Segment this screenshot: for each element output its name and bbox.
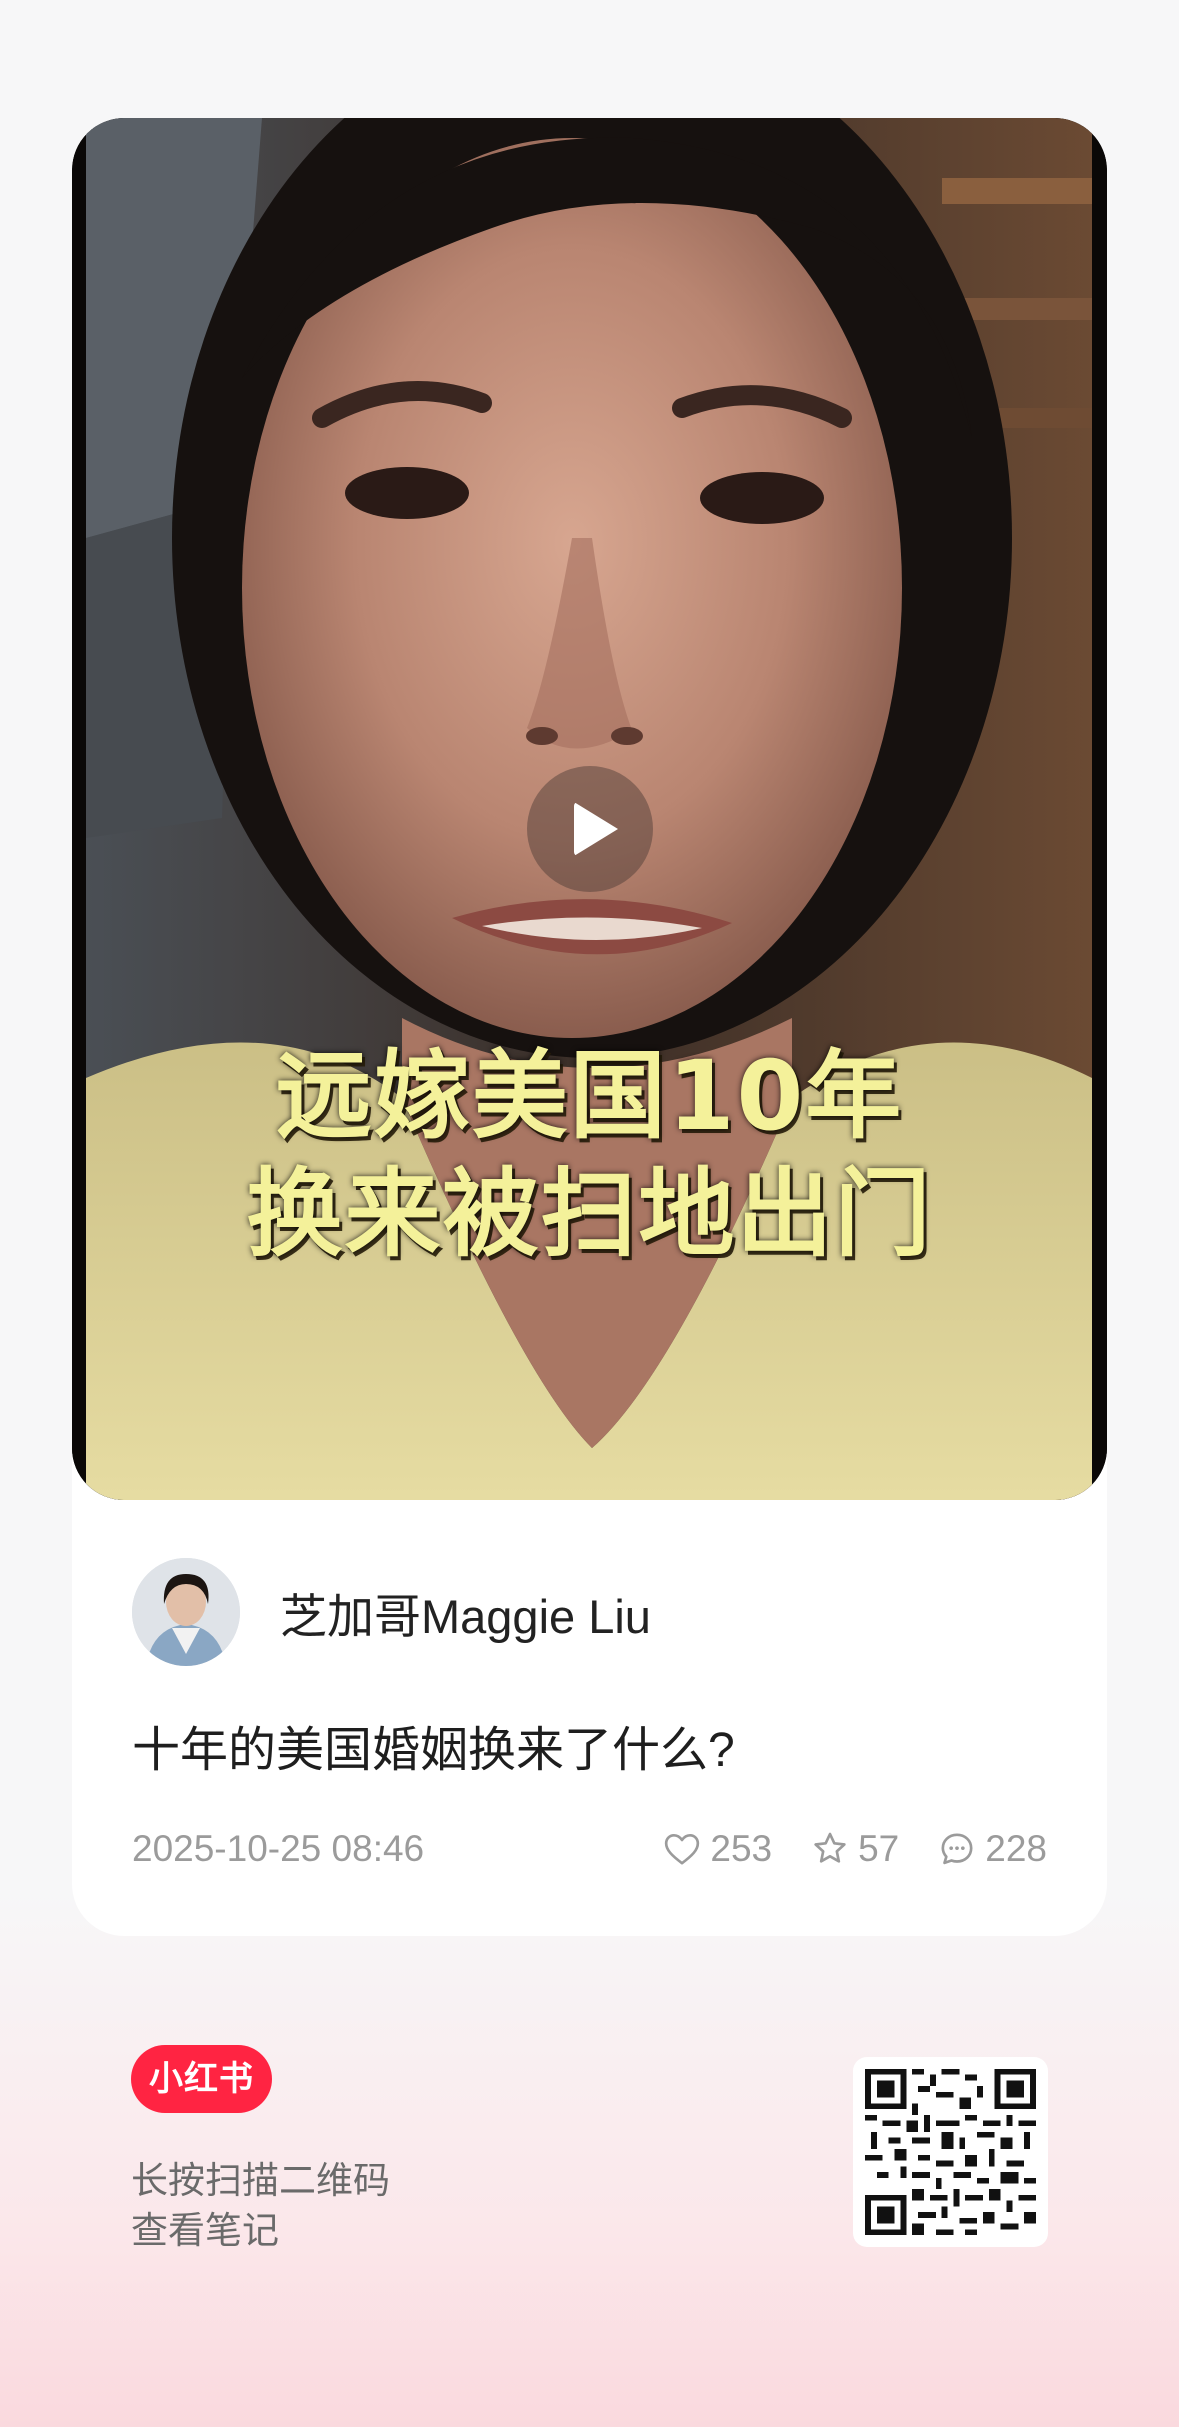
note-title: 十年的美国婚姻换来了什么? [132, 1724, 735, 1777]
avatar-photo [132, 1558, 240, 1666]
comment-icon [941, 1833, 973, 1865]
collect-count: 57 [858, 1828, 900, 1869]
author-name[interactable]: 芝加哥Maggie Liu [280, 1578, 651, 1647]
collect-stat[interactable]: 57 [810, 1828, 899, 1870]
author-row[interactable]: 芝加哥Maggie Liu [132, 1558, 651, 1666]
video-caption-line2: 换来被扫地出门 [246, 1158, 933, 1270]
play-icon [574, 802, 618, 856]
meta-row: 2025-10-25 08:46 253 57 228 [132, 1822, 1047, 1876]
avatar[interactable] [132, 1558, 240, 1666]
video-cover[interactable]: 远嫁美国10年 换来被扫地出门 [72, 118, 1107, 1500]
xiaohongshu-logo: 小红书 [131, 2045, 272, 2113]
comment-stat[interactable]: 228 [937, 1828, 1047, 1870]
scan-hint-line1: 长按扫描二维码 [131, 2160, 390, 2201]
note-card[interactable]: 远嫁美国10年 换来被扫地出门 芝加哥Maggie Liu 十年的美国婚姻换来了… [72, 118, 1107, 1936]
scan-hint-line2: 查看笔记 [131, 2210, 279, 2251]
comment-count: 228 [985, 1828, 1047, 1869]
heart-icon [665, 1834, 700, 1865]
qr-code-icon [865, 2069, 1036, 2235]
like-stat[interactable]: 253 [662, 1828, 772, 1870]
qr-code[interactable] [853, 2057, 1048, 2247]
star-icon [814, 1832, 846, 1863]
play-button[interactable] [527, 766, 653, 892]
like-count: 253 [710, 1828, 773, 1869]
note-date: 2025-10-25 08:46 [132, 1828, 425, 1869]
